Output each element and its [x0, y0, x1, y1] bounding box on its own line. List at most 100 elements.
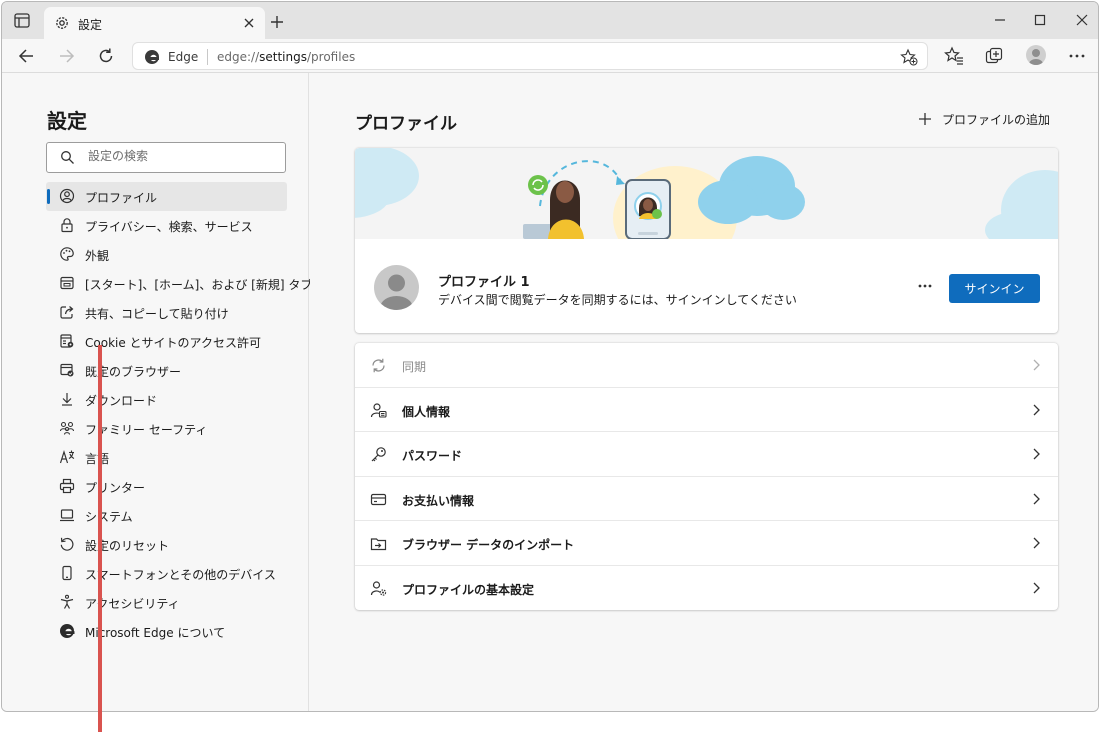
- printer-icon: [59, 478, 75, 494]
- profile-card: プロファイル 1 デバイス間で閲覧データを同期するには、サインインしてください …: [355, 148, 1058, 333]
- close-window-icon[interactable]: [1072, 11, 1092, 29]
- tab-settings[interactable]: 設定: [44, 7, 265, 39]
- lock-icon: [61, 218, 73, 233]
- sidebar-item-share-copy[interactable]: 共有、コピーして貼り付け: [46, 298, 287, 327]
- profile-avatar-button[interactable]: [1026, 45, 1046, 65]
- profile-icon: [59, 188, 75, 204]
- add-favorite-icon[interactable]: [900, 48, 918, 66]
- sidebar-item-reset[interactable]: 設定のリセット: [46, 530, 287, 559]
- sidebar-item-start-home-newtab[interactable]: [スタート]、[ホーム]、および [新規] タブ: [46, 269, 312, 298]
- sidebar-item-label: ダウンロード: [85, 394, 158, 408]
- sidebar-item-phone-devices[interactable]: スマートフォンとその他のデバイス: [46, 559, 287, 588]
- sidebar-item-label: プリンター: [85, 481, 146, 495]
- gear-icon: [56, 17, 68, 29]
- sidebar-item-appearance[interactable]: 外観: [46, 240, 287, 269]
- sidebar-item-languages[interactable]: 言語: [46, 443, 287, 472]
- sync-icon: [372, 358, 385, 373]
- sidebar-item-label: ファミリー セーフティ: [85, 423, 208, 437]
- sidebar-item-label: Microsoft Edge について: [85, 626, 226, 640]
- sidebar-item-label: スマートフォンとその他のデバイス: [85, 568, 276, 582]
- sync-illustration: [355, 148, 1058, 270]
- row-label: プロファイルの基本設定: [402, 582, 535, 597]
- row-personal-info[interactable]: 個人情報: [355, 388, 1058, 432]
- sidebar-item-label: システム: [85, 510, 133, 524]
- profile-avatar: [374, 265, 419, 310]
- row-payment-info[interactable]: お支払い情報: [355, 477, 1058, 521]
- cookie-site-icon: [60, 334, 74, 348]
- add-profile-button[interactable]: プロファイルの追加: [918, 110, 1050, 128]
- more-options-icon[interactable]: [916, 277, 934, 295]
- row-profile-preferences[interactable]: プロファイルの基本設定: [355, 566, 1058, 611]
- profile-settings-icon: [370, 580, 387, 596]
- profile-description: デバイス間で閲覧データを同期するには、サインインしてください: [438, 293, 797, 307]
- profile-name: プロファイル 1: [438, 275, 530, 290]
- browser-window: 設定 Edge edge://settings/profiles 設定 設定の検…: [1, 1, 1099, 712]
- sidebar-item-label: 外観: [85, 249, 110, 263]
- profile-settings-list: 同期 個人情報 パスワード お支払い情報 ブラウザー データのインポート プロフ…: [355, 343, 1058, 610]
- collections-icon[interactable]: [984, 46, 1004, 66]
- sidebar-title: 設定: [47, 109, 87, 133]
- settings-search[interactable]: [46, 142, 286, 173]
- sidebar-item-label: プロファイル: [85, 191, 158, 205]
- sidebar-item-default-browser[interactable]: 既定のブラウザー: [46, 356, 287, 385]
- row-label: 同期: [402, 360, 427, 374]
- sidebar-item-downloads[interactable]: ダウンロード: [46, 385, 287, 414]
- sidebar-item-accessibility[interactable]: アクセシビリティ: [46, 588, 287, 617]
- sidebar-item-label: Cookie とサイトのアクセス許可: [85, 336, 261, 350]
- sidebar-item-label: [スタート]、[ホーム]、および [新規] タブ: [85, 278, 313, 292]
- page-title: プロファイル: [355, 114, 457, 134]
- tab-actions-icon[interactable]: [12, 12, 32, 30]
- toolbar: Edge edge://settings/profiles: [2, 39, 1098, 73]
- row-import-browser-data[interactable]: ブラウザー データのインポート: [355, 521, 1058, 566]
- site-label: Edge: [168, 50, 199, 64]
- edge-logo-icon: [145, 50, 159, 64]
- url-text: edge://settings/profiles: [217, 50, 355, 64]
- row-sync[interactable]: 同期: [355, 343, 1058, 388]
- signin-button[interactable]: サインイン: [949, 274, 1040, 303]
- download-icon: [62, 393, 72, 406]
- sidebar-item-system[interactable]: システム: [46, 501, 287, 530]
- address-bar[interactable]: Edge edge://settings/profiles: [132, 42, 928, 70]
- import-icon: [370, 538, 387, 551]
- sidebar-item-printers[interactable]: プリンター: [46, 472, 287, 501]
- url-suffix: /profiles: [307, 50, 356, 64]
- row-passwords[interactable]: パスワード: [355, 432, 1058, 477]
- settings-sidebar: 設定 プロファイル: [2, 73, 312, 711]
- sidebar-item-label: プライバシー、検索、サービス: [85, 220, 253, 234]
- chevron-right-icon: [1033, 359, 1040, 371]
- search-input[interactable]: [88, 149, 268, 163]
- close-tab-icon[interactable]: [241, 15, 257, 31]
- more-menu-icon[interactable]: [1067, 46, 1087, 66]
- active-indicator: [47, 189, 50, 204]
- maximize-icon[interactable]: [1030, 11, 1050, 29]
- default-browser-icon: [60, 363, 74, 377]
- key-icon: [371, 447, 386, 462]
- minimize-icon[interactable]: [990, 11, 1010, 29]
- row-label: お支払い情報: [402, 493, 475, 508]
- new-tab-icon[interactable]: [268, 13, 286, 31]
- back-icon[interactable]: [16, 46, 36, 66]
- family-icon: [59, 421, 75, 435]
- edge-logo-icon: [60, 624, 75, 638]
- row-label: ブラウザー データのインポート: [402, 538, 575, 552]
- url-path: settings: [259, 50, 307, 64]
- sidebar-item-privacy[interactable]: プライバシー、検索、サービス: [46, 211, 287, 240]
- sidebar-item-label: 言語: [85, 452, 110, 466]
- share-icon: [60, 306, 74, 319]
- url-prefix: edge://: [217, 50, 260, 64]
- sidebar-item-profiles[interactable]: プロファイル: [46, 182, 287, 211]
- chevron-right-icon: [1033, 582, 1040, 593]
- tab-strip: 設定: [2, 2, 1098, 39]
- sidebar-item-family-safety[interactable]: ファミリー セーフティ: [46, 414, 287, 443]
- refresh-icon[interactable]: [96, 46, 116, 66]
- card-icon: [370, 493, 387, 505]
- chevron-right-icon: [1033, 404, 1040, 415]
- phone-icon: [62, 565, 72, 581]
- language-icon: [59, 450, 75, 464]
- row-label: 個人情報: [402, 404, 451, 419]
- favorites-icon[interactable]: [944, 46, 964, 66]
- search-icon: [61, 151, 74, 164]
- forward-icon[interactable]: [57, 46, 77, 66]
- sidebar-item-about[interactable]: Microsoft Edge について: [46, 617, 287, 646]
- sidebar-item-cookies[interactable]: Cookie とサイトのアクセス許可: [46, 327, 287, 356]
